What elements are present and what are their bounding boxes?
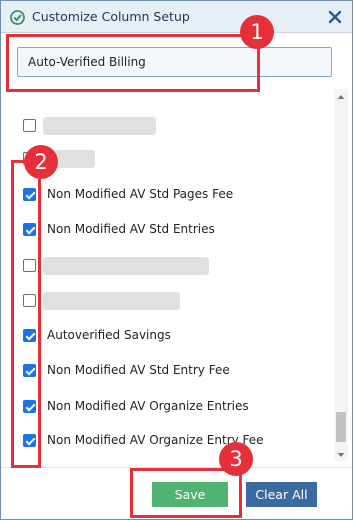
- column-row[interactable]: Non Modified AV Std Entries: [7, 219, 327, 241]
- step-badge-1: 1: [240, 15, 274, 49]
- column-checkbox[interactable]: [23, 364, 36, 377]
- dialog-title: Customize Column Setup: [32, 9, 190, 24]
- step-badge-2: 2: [24, 145, 58, 179]
- scrollbar-thumb[interactable]: [336, 412, 346, 442]
- column-row[interactable]: Non Modified AV Std Pages Fee: [7, 184, 327, 206]
- column-checkbox[interactable]: [23, 259, 36, 272]
- customize-column-dialog: Customize Column Setup Non Modified AV S…: [0, 0, 353, 520]
- step-badge-3: 3: [219, 442, 253, 476]
- column-checkbox[interactable]: [23, 223, 36, 236]
- column-row[interactable]: Autoverified Savings: [7, 325, 327, 347]
- column-checkbox[interactable]: [23, 434, 36, 447]
- column-row[interactable]: [7, 255, 327, 277]
- save-button[interactable]: Save: [152, 482, 228, 507]
- column-checkbox[interactable]: [23, 119, 36, 132]
- column-checkbox[interactable]: [23, 294, 36, 307]
- redacted-label: [43, 117, 156, 135]
- column-filter-input[interactable]: [17, 47, 332, 77]
- column-row[interactable]: Non Modified AV Organize Entries: [7, 396, 327, 418]
- column-label: Non Modified AV Std Entries: [47, 222, 215, 236]
- close-icon[interactable]: [327, 9, 343, 25]
- column-label: Non Modified AV Organize Entries: [47, 399, 249, 413]
- column-label: Non Modified AV Std Pages Fee: [47, 187, 234, 201]
- column-list: Non Modified AV Std Pages Fee Non Modifie…: [7, 89, 348, 461]
- column-label: Autoverified Savings: [47, 328, 171, 342]
- dialog-titlebar: Customize Column Setup: [1, 1, 352, 33]
- column-label: Non Modified AV Std Entry Fee: [47, 363, 230, 377]
- redacted-label: [43, 257, 209, 275]
- scroll-down-icon[interactable]: [334, 447, 348, 461]
- column-row[interactable]: [7, 115, 327, 137]
- scrollbar-track[interactable]: [334, 89, 348, 461]
- redacted-label: [43, 292, 180, 310]
- scroll-up-icon[interactable]: [334, 89, 348, 103]
- checkmark-shield-icon: [10, 10, 25, 25]
- column-checkbox[interactable]: [23, 400, 36, 413]
- column-checkbox[interactable]: [23, 329, 36, 342]
- column-row[interactable]: [7, 290, 327, 312]
- clear-all-button[interactable]: Clear All: [246, 482, 317, 507]
- column-checkbox[interactable]: [23, 188, 36, 201]
- column-row[interactable]: Non Modified AV Organize Entry Fee: [7, 430, 327, 452]
- column-row[interactable]: Non Modified AV Std Entry Fee: [7, 360, 327, 382]
